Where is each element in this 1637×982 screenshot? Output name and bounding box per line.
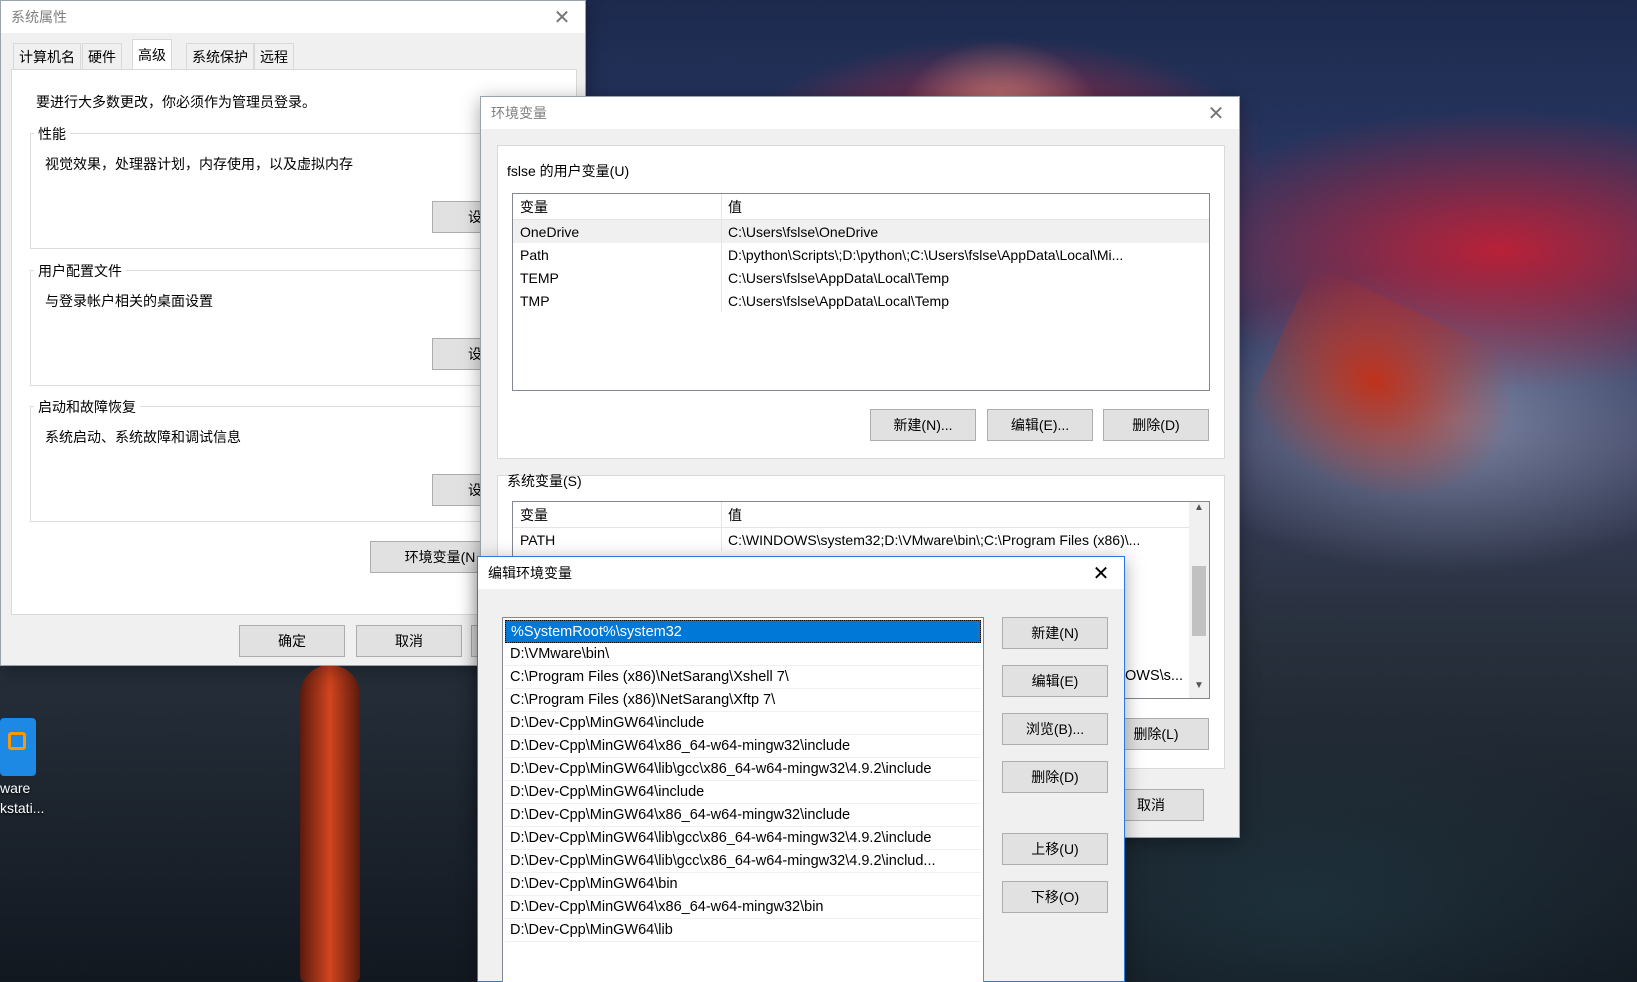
user-vars-label: fslse 的用户变量(U) [507, 163, 630, 179]
admin-notice: 要进行大多数更改，你必须作为管理员登录。 [36, 94, 316, 110]
move-down-button[interactable]: 下移(O) [1002, 881, 1108, 913]
system-properties-titlebar: 系统属性 ✕ [1, 1, 585, 33]
path-list-item[interactable]: D:\Dev-Cpp\MinGW64\x86_64-w64-mingw32\in… [505, 735, 981, 758]
path-list-item[interactable]: D:\Dev-Cpp\MinGW64\lib [505, 919, 981, 942]
ok-button[interactable]: 确定 [239, 625, 345, 657]
user-var-value: C:\Users\fslse\AppData\Local\Temp [728, 269, 949, 286]
user-var-name: TMP [513, 289, 722, 312]
system-var-row[interactable]: PATH C:\WINDOWS\system32;D:\VMware\bin\;… [513, 528, 1209, 551]
startup-label: 启动和故障恢复 [34, 397, 140, 417]
wallpaper-sword [300, 665, 360, 982]
edit-browse-button[interactable]: 浏览(B)... [1002, 713, 1108, 745]
vmware-icon-label-1: ware [0, 780, 31, 796]
vmware-desktop-icon[interactable]: ware kstati... [0, 718, 60, 828]
col-value-header[interactable]: 值 [722, 194, 1209, 219]
user-vars-table: 变量 值 OneDrive C:\Users\fslse\OneDrive Pa… [512, 193, 1210, 391]
tab-system-protection[interactable]: 系统保护 [186, 43, 254, 69]
col-variable-header[interactable]: 变量 [513, 194, 722, 219]
path-list-item[interactable]: D:\Dev-Cpp\MinGW64\x86_64-w64-mingw32\bi… [505, 896, 981, 919]
system-vars-header: 变量 值 [513, 502, 1209, 528]
user-delete-button[interactable]: 删除(D) [1103, 409, 1209, 441]
path-list-item[interactable]: %SystemRoot%\system32 [505, 620, 981, 643]
performance-label: 性能 [34, 124, 70, 144]
performance-desc: 视觉效果，处理器计划，内存使用，以及虚拟内存 [45, 156, 353, 172]
env-titlebar: 环境变量 ✕ [481, 97, 1239, 129]
user-vars-header: 变量 值 [513, 194, 1209, 220]
system-vars-label: 系统变量(S) [507, 473, 582, 489]
edit-env-title: 编辑环境变量 [488, 565, 572, 581]
system-var-partial-value: OWS\s... [1125, 668, 1183, 684]
user-var-value: C:\Users\fslse\AppData\Local\Temp [728, 292, 949, 309]
edit-env-titlebar: 编辑环境变量 ✕ [478, 557, 1124, 589]
path-list-item[interactable]: D:\Dev-Cpp\MinGW64\lib\gcc\x86_64-w64-mi… [505, 850, 981, 873]
user-profiles-desc: 与登录帐户相关的桌面设置 [45, 293, 213, 309]
tab-hardware[interactable]: 硬件 [82, 43, 122, 69]
env-window-title: 环境变量 [491, 105, 547, 121]
edit-new-button[interactable]: 新建(N) [1002, 617, 1108, 649]
user-var-row[interactable]: TEMP C:\Users\fslse\AppData\Local\Temp [513, 266, 1209, 289]
close-icon[interactable]: ✕ [539, 1, 585, 33]
path-entries-list: %SystemRoot%\system32 D:\VMware\bin\ C:\Pr… [502, 617, 984, 982]
user-var-row[interactable]: Path D:\python\Scripts\;D:\python\;C:\Us… [513, 243, 1209, 266]
startup-desc: 系统启动、系统故障和调试信息 [45, 429, 241, 445]
path-list-container: %SystemRoot%\system32 D:\VMware\bin\ C:\Pr… [503, 618, 983, 944]
tab-computer-name[interactable]: 计算机名 [13, 43, 81, 69]
path-list-item[interactable]: D:\Dev-Cpp\MinGW64\lib\gcc\x86_64-w64-mi… [505, 758, 981, 781]
path-list-item[interactable]: D:\Dev-Cpp\MinGW64\x86_64-w64-mingw32\in… [505, 804, 981, 827]
tab-advanced[interactable]: 高级 [132, 39, 172, 70]
user-edit-button[interactable]: 编辑(E)... [987, 409, 1093, 441]
path-list-item[interactable]: D:\Dev-Cpp\MinGW64\include [505, 781, 981, 804]
edit-delete-button[interactable]: 删除(D) [1002, 761, 1108, 793]
user-var-row[interactable]: TMP C:\Users\fslse\AppData\Local\Temp [513, 289, 1209, 312]
scroll-up-icon[interactable]: ▲ [1189, 502, 1209, 520]
path-list-item[interactable]: C:\Program Files (x86)\NetSarang\Xftp 7\ [505, 689, 981, 712]
user-profiles-label: 用户配置文件 [34, 261, 126, 281]
system-var-value: C:\WINDOWS\system32;D:\VMware\bin\;C:\Pr… [728, 531, 1141, 548]
user-var-name: TEMP [513, 266, 722, 289]
vmware-icon-label-2: kstati... [0, 800, 45, 816]
path-list-item[interactable]: D:\Dev-Cpp\MinGW64\include [505, 712, 981, 735]
user-var-name: OneDrive [513, 220, 722, 243]
move-up-button[interactable]: 上移(U) [1002, 833, 1108, 865]
vmware-icon [0, 718, 36, 776]
edit-env-close-icon[interactable]: ✕ [1078, 557, 1124, 589]
tab-remote[interactable]: 远程 [254, 43, 294, 69]
user-var-value: D:\python\Scripts\;D:\python\;C:\Users\f… [728, 246, 1124, 263]
user-var-name: Path [513, 243, 722, 266]
user-var-row[interactable]: OneDrive C:\Users\fslse\OneDrive [513, 220, 1209, 243]
path-list-item[interactable]: D:\VMware\bin\ [505, 643, 981, 666]
cancel-button[interactable]: 取消 [356, 625, 462, 657]
path-list-item[interactable]: C:\Program Files (x86)\NetSarang\Xshell … [505, 666, 981, 689]
path-list-item[interactable]: D:\Dev-Cpp\MinGW64\bin [505, 873, 981, 896]
window-title: 系统属性 [11, 9, 67, 25]
scroll-down-icon[interactable]: ▼ [1189, 680, 1209, 698]
user-var-value: C:\Users\fslse\OneDrive [728, 223, 879, 240]
env-close-icon[interactable]: ✕ [1193, 97, 1239, 129]
user-new-button[interactable]: 新建(N)... [870, 409, 976, 441]
sys-col-value-header[interactable]: 值 [722, 502, 1209, 527]
wallpaper-ribbon [1229, 264, 1551, 556]
sys-col-variable-header[interactable]: 变量 [513, 502, 722, 527]
edit-environment-variable-window: 编辑环境变量 ✕ %SystemRoot%\system32 D:\VMware\… [477, 556, 1125, 982]
system-var-name: PATH [513, 528, 722, 551]
scroll-thumb[interactable] [1192, 566, 1206, 636]
edit-edit-button[interactable]: 编辑(E) [1002, 665, 1108, 697]
system-vars-scrollbar[interactable]: ▲ ▼ [1189, 502, 1209, 698]
path-list-item[interactable]: D:\Dev-Cpp\MinGW64\lib\gcc\x86_64-w64-mi… [505, 827, 981, 850]
